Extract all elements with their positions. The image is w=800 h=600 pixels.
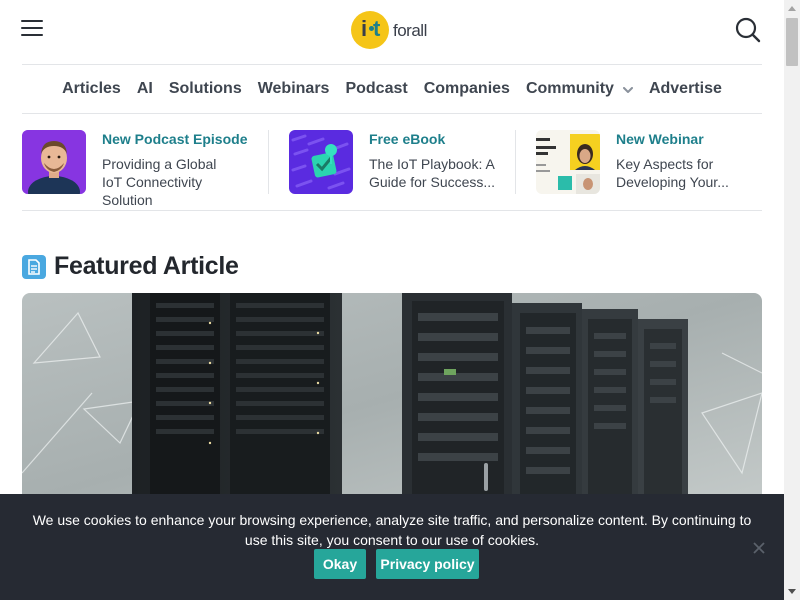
promo-separator	[268, 130, 269, 194]
nav-item-ai[interactable]: AI	[137, 80, 153, 98]
promo-kicker[interactable]: New Webinar	[616, 131, 746, 147]
nav-item-solutions[interactable]: Solutions	[169, 80, 242, 98]
nav-item-companies[interactable]: Companies	[424, 80, 510, 98]
cookie-banner: We use cookies to enhance your browsing …	[0, 494, 784, 600]
iot-for-all-logo[interactable]: i t forall	[351, 11, 435, 51]
search-icon[interactable]	[735, 17, 761, 43]
nav-item-webinars[interactable]: Webinars	[258, 80, 330, 98]
promo-title[interactable]: Providing a Global IoT Connectivity Solu…	[102, 155, 232, 209]
close-icon[interactable]	[752, 541, 766, 555]
cookie-message: We use cookies to enhance your browsing …	[32, 512, 752, 548]
featured-title: Featured Article	[54, 252, 239, 280]
promo-ebook[interactable]: Free eBook The IoT Playbook: A Guide for…	[289, 130, 499, 194]
hamburger-menu-icon[interactable]	[21, 20, 43, 38]
chevron-down-icon[interactable]	[622, 87, 633, 93]
webinar-thumbnail[interactable]	[536, 130, 600, 194]
nav-item-advertise[interactable]: Advertise	[649, 80, 722, 98]
main-nav: Articles AI Solutions Webinars Podcast C…	[0, 64, 784, 114]
promo-divider	[22, 210, 762, 211]
ebook-cover-thumbnail[interactable]	[289, 130, 353, 194]
promo-separator	[515, 130, 516, 194]
okay-button[interactable]: Okay	[314, 549, 366, 579]
privacy-policy-button[interactable]: Privacy policy	[376, 549, 479, 579]
promo-webinar[interactable]: New Webinar Key Aspects for Developing Y…	[536, 130, 746, 194]
featured-heading: Featured Article	[22, 252, 239, 281]
promo-podcast[interactable]: New Podcast Episode Providing a Global I…	[22, 130, 247, 208]
promo-row: New Podcast Episode Providing a Global I…	[22, 130, 762, 208]
document-icon	[22, 254, 46, 279]
nav-divider	[22, 113, 762, 114]
nav-item-podcast[interactable]: Podcast	[345, 80, 407, 98]
podcast-guest-thumbnail[interactable]	[22, 130, 86, 194]
nav-item-articles[interactable]: Articles	[62, 80, 121, 98]
promo-title[interactable]: The IoT Playbook: A Guide for Success...	[369, 155, 499, 191]
scroll-down-arrow-icon[interactable]	[784, 583, 800, 600]
scroll-up-arrow-icon[interactable]	[784, 0, 800, 17]
featured-article-image[interactable]	[22, 293, 762, 503]
logo-text: forall	[393, 21, 427, 40]
promo-kicker[interactable]: Free eBook	[369, 131, 499, 147]
scrollbar-thumb[interactable]	[786, 18, 798, 66]
promo-kicker[interactable]: New Podcast Episode	[102, 131, 247, 147]
vertical-scrollbar[interactable]	[784, 0, 800, 600]
site-header: i t forall	[0, 0, 784, 64]
promo-title[interactable]: Key Aspects for Developing Your...	[616, 155, 746, 191]
nav-item-community[interactable]: Community	[526, 80, 633, 98]
